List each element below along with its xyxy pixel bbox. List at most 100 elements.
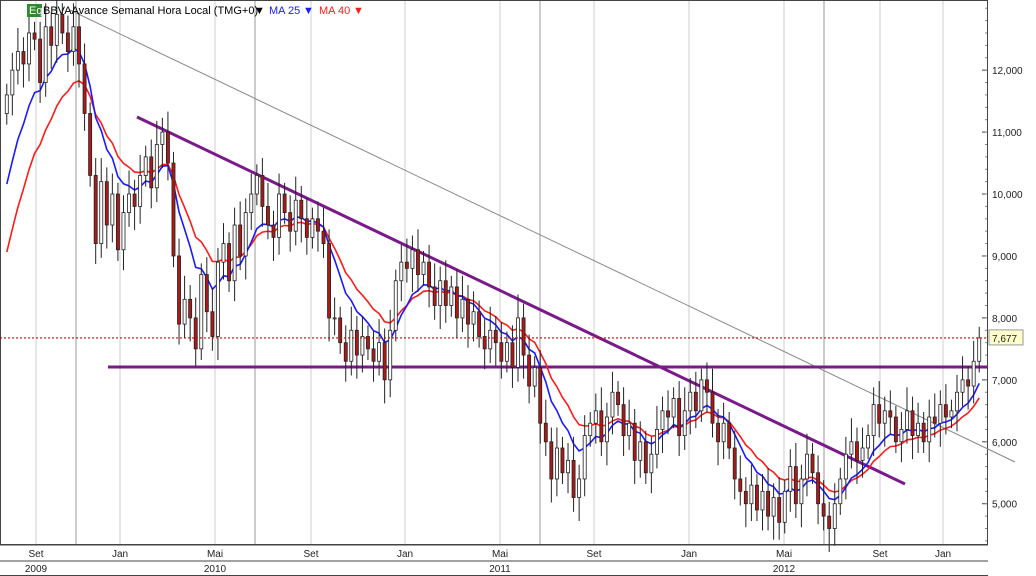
candle-body <box>732 447 737 480</box>
candle-body <box>543 422 548 443</box>
candle-body <box>416 249 420 275</box>
y-tick-label: 8,000 <box>992 314 1017 325</box>
candle-body <box>210 311 215 337</box>
y-tick-label: 6,000 <box>992 438 1017 449</box>
candle-body <box>582 435 587 480</box>
ma40-dropdown-icon[interactable]: ▼ <box>353 5 364 17</box>
x-year-label: 2012 <box>773 564 796 575</box>
candle-body <box>204 274 209 313</box>
candle-body <box>343 342 348 362</box>
candle-body <box>88 113 93 176</box>
y-tick-label: 5,000 <box>992 500 1017 511</box>
candle-body <box>743 490 748 505</box>
candle-body <box>93 175 98 244</box>
candle-body <box>682 410 687 436</box>
stock-chart: 5,000 6,000 7,000 8,000 9,000 10,000 11,000 12,… <box>0 0 1036 576</box>
x-month-label: Mai <box>776 549 792 560</box>
candle-body <box>810 453 815 474</box>
candle-body <box>99 181 104 244</box>
candle-body <box>621 404 626 436</box>
candle-body <box>132 193 137 207</box>
candle-body <box>238 224 243 257</box>
candle-body <box>710 391 715 424</box>
candle-body <box>921 422 926 443</box>
x-month-label: Jan <box>112 549 128 560</box>
candle-body <box>766 490 770 517</box>
candle-body <box>10 69 15 96</box>
candle-body <box>538 367 543 424</box>
candle-body <box>27 32 31 65</box>
candle-body <box>266 206 270 226</box>
candle-body <box>660 410 665 430</box>
candle-body <box>371 348 376 362</box>
candle-body <box>977 337 982 362</box>
candle-body <box>616 391 620 406</box>
candle-body <box>15 51 20 71</box>
candle-body <box>771 497 776 517</box>
candle-body <box>649 453 654 474</box>
candle-body <box>849 441 854 455</box>
candle-body <box>377 342 382 362</box>
candle-body <box>721 422 726 443</box>
candle-body <box>816 472 821 505</box>
candle-body <box>254 175 259 195</box>
candle-body <box>404 261 409 269</box>
candle-body <box>227 243 231 282</box>
candle-body <box>160 131 165 145</box>
candle-body <box>71 26 76 52</box>
y-tick-label: 10,000 <box>992 190 1023 201</box>
candle-body <box>943 404 948 418</box>
candle-body <box>260 175 265 207</box>
candle-body <box>282 193 287 214</box>
candle-body <box>777 497 782 523</box>
candle-body <box>527 354 532 387</box>
candle-body <box>960 379 965 393</box>
x-month-label: Set <box>586 549 601 560</box>
candle-body <box>271 224 276 238</box>
candle-body <box>638 441 643 461</box>
y-tick-label: 12,000 <box>992 66 1023 77</box>
candle-body <box>293 199 298 232</box>
candle-body <box>188 298 193 319</box>
candle-body <box>532 367 537 387</box>
candle-body <box>510 342 515 368</box>
candle-body <box>677 398 682 437</box>
candle-body <box>177 255 181 325</box>
candle-body <box>910 410 915 436</box>
candle-body <box>154 144 159 189</box>
candle-body <box>971 360 976 387</box>
chart-title[interactable]: BBVAAvance Semanal Hora Local (TMG+0) <box>43 5 258 17</box>
candle-body <box>782 490 787 523</box>
candle-body <box>504 342 509 362</box>
chart-header: Eq BBVAAvance Semanal Hora Local (TMG+0)… <box>27 4 364 17</box>
candle-body <box>149 156 154 189</box>
x-month-label: Jan <box>397 549 413 560</box>
ma25-dropdown-icon[interactable]: ▼ <box>303 5 314 17</box>
candle-body <box>4 94 9 114</box>
candle-body <box>127 193 131 214</box>
candle-body <box>249 193 254 214</box>
candle-body <box>499 342 504 362</box>
x-month-label: Set <box>872 549 887 560</box>
candle-body <box>454 286 459 319</box>
candle-body <box>760 490 765 511</box>
candle-body <box>932 416 937 424</box>
candle-body <box>171 162 176 257</box>
candle-body <box>599 410 604 443</box>
candle-body <box>866 435 871 449</box>
candle-body <box>905 410 909 430</box>
candle-body <box>82 63 87 114</box>
last-price-value: 7,677 <box>992 334 1017 345</box>
candle-body <box>549 441 554 480</box>
title-dropdown-icon[interactable]: ▼ <box>254 5 265 17</box>
candle-body <box>277 193 281 238</box>
x-year-label: 2009 <box>25 564 48 575</box>
equity-badge-label: Eq <box>29 5 42 17</box>
ma25-legend[interactable]: MA 25 <box>269 5 300 17</box>
candle-body <box>654 429 659 455</box>
candle-body <box>860 447 865 461</box>
ma40-legend[interactable]: MA 40 <box>319 5 350 17</box>
candle-body <box>60 13 65 34</box>
y-tick-label: 7,000 <box>992 376 1017 387</box>
candle-body <box>310 218 315 238</box>
